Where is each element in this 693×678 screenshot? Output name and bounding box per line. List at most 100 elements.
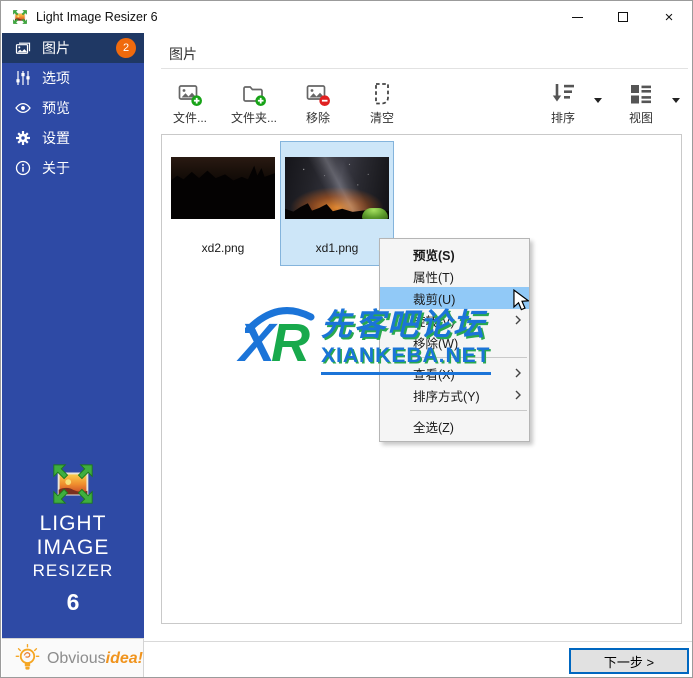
menu-item[interactable]: 移除(W) <box>380 331 529 353</box>
sidebar: 图片 2 选项预览设置关于 LIGHT IMAGE RESIZER <box>2 33 144 638</box>
menu-item[interactable]: 全选(Z) <box>380 415 529 437</box>
sidebar-item-preview[interactable]: 预览 <box>2 93 144 123</box>
titlebar: Light Image Resizer 6 × <box>1 1 692 33</box>
close-button[interactable]: × <box>646 1 692 33</box>
logo-version: 6 <box>2 589 144 616</box>
logo-text-image: IMAGE <box>2 536 144 560</box>
toolbar-group-view: 视图 <box>612 78 680 126</box>
toolbar: 文件... 文件夹... 移除 清空 排序 视图 <box>161 78 688 130</box>
menu-item-label: 查看(X) <box>413 364 455 383</box>
view-button[interactable]: 视图 <box>612 78 670 126</box>
minimize-icon <box>572 17 583 18</box>
toolbar-group-remove: 移除 <box>289 78 347 126</box>
toolbar-button-label: 视图 <box>629 109 653 126</box>
context-menu: 预览(S) 属性(T) 裁剪(U) 旋转(V) 移除(W) 查看(X) 排序方式(Y) 全选(… <box>379 238 530 442</box>
app-window: Light Image Resizer 6 × 图片 2 选项预览设置关于 <box>0 0 693 678</box>
thumbnail-night-sky <box>285 157 389 219</box>
obviousidea-brand[interactable]: Obviousidea! <box>2 638 144 678</box>
sidebar-item-label: 预览 <box>42 98 70 118</box>
submenu-arrow-icon <box>515 315 521 325</box>
sort-icon <box>550 80 576 107</box>
menu-item[interactable]: 查看(X) <box>380 362 529 384</box>
view-icon <box>628 80 654 107</box>
count-badge: 2 <box>116 38 136 58</box>
logo-text-light: LIGHT <box>2 512 144 536</box>
toolbar-group-sort: 排序 <box>534 78 602 126</box>
sidebar-item-settings[interactable]: 设置 <box>2 123 144 153</box>
file-item[interactable]: xd1.png <box>280 141 394 266</box>
lightbulb-icon <box>14 643 41 675</box>
add-image-icon <box>177 80 203 107</box>
maximize-button[interactable] <box>600 1 646 33</box>
sort-button[interactable]: 排序 <box>534 78 592 126</box>
logo-text-resizer: RESIZER <box>2 560 144 582</box>
add-files-button[interactable]: 文件... <box>161 78 219 126</box>
page-title: 图片 <box>169 44 197 64</box>
tent-shape <box>362 208 388 219</box>
menu-item-label: 全选(Z) <box>413 417 454 436</box>
maximize-icon <box>618 12 628 22</box>
sliders-icon <box>14 69 32 87</box>
toolbar-button-label: 文件... <box>173 109 207 126</box>
menu-item-label: 预览(S) <box>413 245 455 264</box>
window-title: Light Image Resizer 6 <box>36 10 158 24</box>
menu-separator <box>410 410 527 411</box>
thumbnail-dark-mountains <box>171 157 275 219</box>
brand-text-idea: idea! <box>106 650 143 668</box>
menu-item[interactable]: 旋转(V) <box>380 309 529 331</box>
clear-button[interactable]: 清空 <box>353 78 411 126</box>
toolbar-button-label: 清空 <box>370 109 394 126</box>
toolbar-group-add-files: 文件... <box>161 78 219 126</box>
images-icon <box>14 39 32 57</box>
sidebar-item-label: 关于 <box>42 158 70 178</box>
file-name: xd1.png <box>285 241 389 255</box>
add-folder-button[interactable]: 文件夹... <box>225 78 283 126</box>
next-button[interactable]: 下一步 > <box>569 648 689 674</box>
caret-down-icon[interactable] <box>672 90 680 108</box>
toolbar-button-label: 文件夹... <box>231 109 277 126</box>
sidebar-item-label: 选项 <box>42 68 70 88</box>
submenu-arrow-icon <box>515 390 521 400</box>
brand-text-obvious: Obvious <box>47 650 106 668</box>
window-controls: × <box>554 1 692 33</box>
toolbar-left-group: 文件... 文件夹... 移除 清空 <box>161 78 411 126</box>
toolbar-group-clear: 清空 <box>353 78 411 126</box>
clear-icon <box>369 80 395 107</box>
menu-item-label: 属性(T) <box>413 267 454 286</box>
toolbar-right-group: 排序 视图 <box>534 78 680 126</box>
remove-button[interactable]: 移除 <box>289 78 347 126</box>
caret-down-icon[interactable] <box>594 90 602 108</box>
submenu-arrow-icon <box>515 368 521 378</box>
menu-item[interactable]: 属性(T) <box>380 265 529 287</box>
info-icon <box>14 159 32 177</box>
file-name: xd2.png <box>171 241 275 255</box>
menu-item-label: 旋转(V) <box>413 311 455 330</box>
toolbar-button-label: 移除 <box>306 109 330 126</box>
menu-item-label: 排序方式(Y) <box>413 386 480 405</box>
resizer-logo-icon <box>49 461 97 507</box>
app-logo-icon <box>12 9 28 25</box>
minimize-button[interactable] <box>554 1 600 33</box>
menu-separator <box>410 357 527 358</box>
sidebar-item-label: 图片 <box>42 38 70 58</box>
menu-item[interactable]: 裁剪(U) <box>380 287 529 309</box>
footer-divider <box>144 641 693 642</box>
close-icon: × <box>665 10 674 25</box>
gear-icon <box>14 129 32 147</box>
menu-item[interactable]: 排序方式(Y) <box>380 384 529 406</box>
sidebar-item-about[interactable]: 关于 <box>2 153 144 183</box>
sidebar-item-options[interactable]: 选项 <box>2 63 144 93</box>
file-item[interactable]: xd2.png <box>166 141 280 266</box>
toolbar-button-label: 排序 <box>551 109 575 126</box>
add-folder-icon <box>241 80 267 107</box>
toolbar-group-add-folder: 文件夹... <box>225 78 283 126</box>
eye-icon <box>14 99 32 117</box>
sidebar-item-label: 设置 <box>42 128 70 148</box>
header-divider <box>161 68 688 69</box>
menu-item-label: 移除(W) <box>413 333 458 352</box>
sidebar-item-images[interactable]: 图片 2 <box>2 33 144 63</box>
sidebar-nav: 图片 2 选项预览设置关于 <box>2 33 144 183</box>
menu-item[interactable]: 预览(S) <box>380 243 529 265</box>
menu-item-label: 裁剪(U) <box>413 289 455 308</box>
remove-image-icon <box>305 80 331 107</box>
